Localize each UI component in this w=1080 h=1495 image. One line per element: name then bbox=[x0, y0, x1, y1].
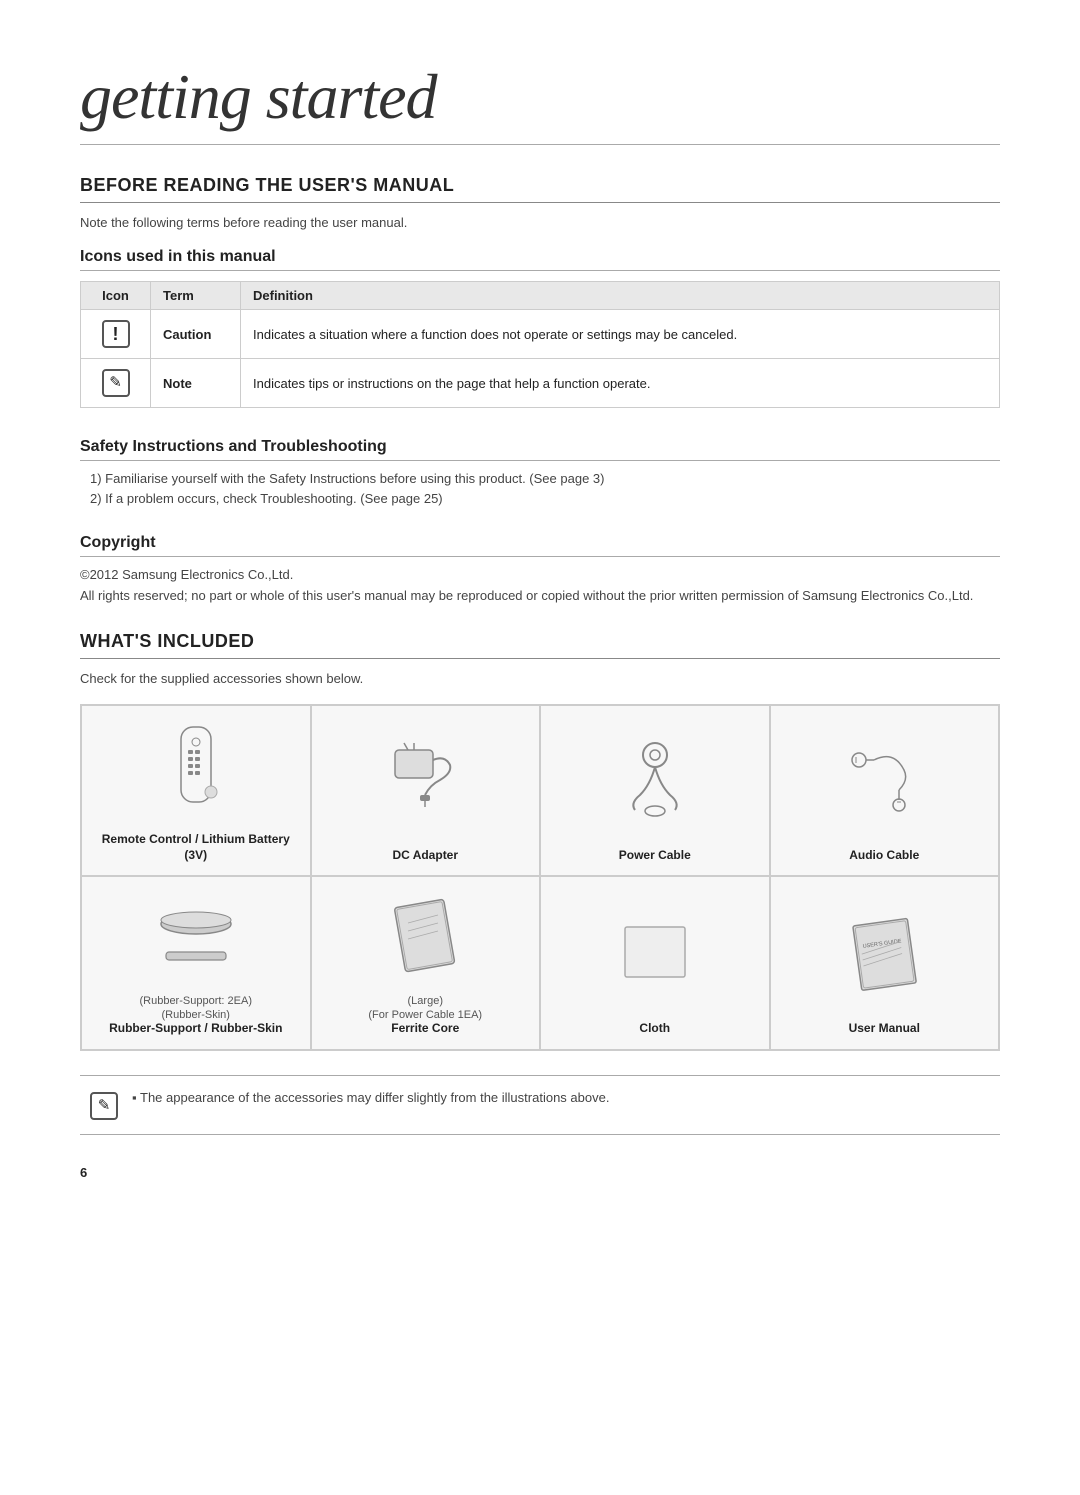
safety-heading: Safety Instructions and Troubleshooting bbox=[80, 438, 1000, 461]
copyright-line: ©2012 Samsung Electronics Co.,Ltd. bbox=[80, 567, 1000, 582]
cloth-image bbox=[553, 893, 757, 1011]
safety-list: 1) Familiarise yourself with the Safety … bbox=[90, 471, 1000, 506]
before-reading-intro: Note the following terms before reading … bbox=[80, 215, 1000, 230]
accessory-user-manual: USER'S GUIDE User Manual bbox=[770, 876, 1000, 1050]
cloth-label: Cloth bbox=[639, 1021, 670, 1037]
list-item: 1) Familiarise yourself with the Safety … bbox=[90, 471, 1000, 486]
term-caution: Caution bbox=[151, 310, 241, 359]
dc-adapter-label: DC Adapter bbox=[392, 848, 458, 864]
icons-section: Icons used in this manual Icon Term Defi… bbox=[80, 248, 1000, 408]
dc-adapter-image bbox=[324, 722, 528, 838]
whats-included-heading: WHAT'S INCLUDED bbox=[80, 631, 1000, 659]
note-icon: ✎ bbox=[102, 369, 130, 397]
icon-cell-note: ✎ bbox=[81, 359, 151, 408]
accessory-dc-adapter: DC Adapter bbox=[311, 705, 541, 876]
rubber-sublabel-2: (Rubber-Skin) bbox=[109, 1009, 282, 1021]
whats-included-section: WHAT'S INCLUDED Check for the supplied a… bbox=[80, 631, 1000, 1135]
accessory-cloth: Cloth bbox=[540, 876, 770, 1050]
ferrite-image bbox=[324, 893, 528, 983]
before-reading-section: BEFORE READING THE USER'S MANUAL Note th… bbox=[80, 175, 1000, 603]
copyright-body: All rights reserved; no part or whole of… bbox=[80, 588, 1000, 603]
accessories-grid: Remote Control / Lithium Battery (3V) bbox=[80, 704, 1000, 1051]
term-note: Note bbox=[151, 359, 241, 408]
user-manual-label: User Manual bbox=[849, 1021, 920, 1037]
col-icon: Icon bbox=[81, 282, 151, 310]
note-box-text: The appearance of the accessories may di… bbox=[132, 1090, 609, 1105]
icons-table: Icon Term Definition ! Caution Indicates… bbox=[80, 281, 1000, 408]
user-manual-image: USER'S GUIDE bbox=[783, 893, 987, 1011]
note-box-icon: ✎ bbox=[90, 1092, 118, 1120]
def-note: Indicates tips or instructions on the pa… bbox=[241, 359, 1000, 408]
table-row: ✎ Note Indicates tips or instructions on… bbox=[81, 359, 1000, 408]
accessory-audio-cable: Audio Cable bbox=[770, 705, 1000, 876]
audio-cable-label: Audio Cable bbox=[849, 848, 919, 864]
copyright-section: Copyright ©2012 Samsung Electronics Co.,… bbox=[80, 534, 1000, 603]
col-def: Definition bbox=[241, 282, 1000, 310]
accessory-ferrite: (Large) (For Power Cable 1EA) Ferrite Co… bbox=[311, 876, 541, 1050]
safety-section: Safety Instructions and Troubleshooting … bbox=[80, 438, 1000, 506]
table-row: ! Caution Indicates a situation where a … bbox=[81, 310, 1000, 359]
rubber-label: Rubber-Support / Rubber-Skin bbox=[109, 1021, 282, 1037]
remote-label: Remote Control / Lithium Battery (3V) bbox=[94, 832, 298, 863]
list-item: 2) If a problem occurs, check Troublesho… bbox=[90, 491, 1000, 506]
accessory-remote: Remote Control / Lithium Battery (3V) bbox=[81, 705, 311, 876]
before-reading-heading: BEFORE READING THE USER'S MANUAL bbox=[80, 175, 1000, 203]
def-caution: Indicates a situation where a function d… bbox=[241, 310, 1000, 359]
audio-cable-image bbox=[783, 722, 987, 838]
ferrite-sublabel-2: (For Power Cable 1EA) bbox=[368, 1009, 482, 1021]
accessory-rubber: (Rubber-Support: 2EA) (Rubber-Skin) Rubb… bbox=[81, 876, 311, 1050]
accessory-power-cable: Power Cable bbox=[540, 705, 770, 876]
rubber-sublabel-1: (Rubber-Support: 2EA) bbox=[109, 995, 282, 1007]
icons-heading: Icons used in this manual bbox=[80, 248, 1000, 271]
ferrite-sublabel-1: (Large) bbox=[368, 995, 482, 1007]
col-term: Term bbox=[151, 282, 241, 310]
power-cable-image bbox=[553, 722, 757, 838]
ferrite-label: Ferrite Core bbox=[368, 1021, 482, 1037]
power-cable-label: Power Cable bbox=[619, 848, 691, 864]
page-number: 6 bbox=[80, 1165, 1000, 1180]
rubber-image bbox=[94, 893, 298, 983]
icon-cell-caution: ! bbox=[81, 310, 151, 359]
page-title: getting started bbox=[80, 60, 1000, 145]
copyright-heading: Copyright bbox=[80, 534, 1000, 557]
note-box: ✎ The appearance of the accessories may … bbox=[80, 1075, 1000, 1135]
whats-included-intro: Check for the supplied accessories shown… bbox=[80, 671, 1000, 686]
caution-icon: ! bbox=[102, 320, 130, 348]
remote-image bbox=[94, 722, 298, 822]
